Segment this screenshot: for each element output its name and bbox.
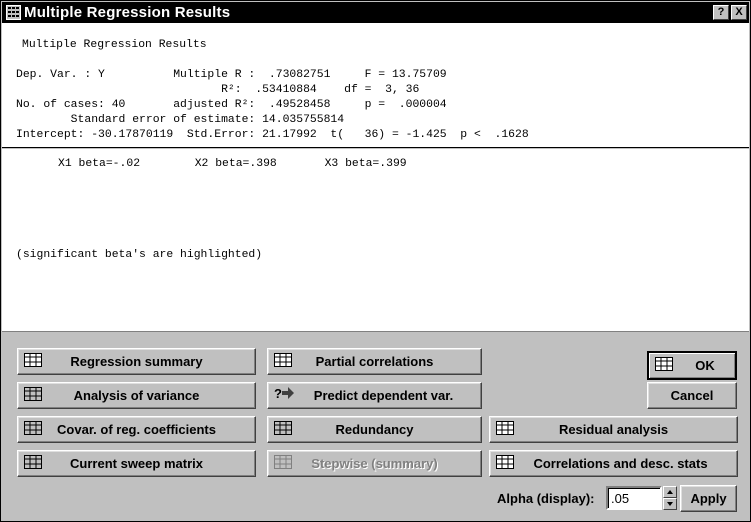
- partial-correlations-button[interactable]: Partial correlations: [267, 348, 482, 375]
- betas-panel: X1 beta=-.02 X2 beta=.398 X3 beta=.399 (…: [2, 149, 749, 332]
- betas-line: X1 beta=-.02 X2 beta=.398 X3 beta=.399: [58, 158, 407, 170]
- redundancy-button[interactable]: Redundancy: [267, 416, 482, 443]
- alpha-input[interactable]: [606, 486, 662, 510]
- covar-coefficients-label: Covar. of reg. coefficients: [57, 422, 216, 437]
- redundancy-label: Redundancy: [335, 422, 414, 437]
- title-bar[interactable]: Multiple Regression Results ? X: [2, 2, 749, 23]
- stepwise-summary-button[interactable]: Stepwise (summary): [267, 450, 482, 477]
- apply-button[interactable]: Apply: [680, 485, 737, 512]
- cancel-button[interactable]: Cancel: [647, 382, 737, 409]
- betas-note: (significant beta's are highlighted): [16, 249, 263, 261]
- alpha-label: Alpha (display):: [497, 491, 595, 506]
- summary-line-dep-var: Dep. Var. : Y Multiple R : .73082751 F =…: [16, 69, 447, 81]
- summary-heading: Multiple Regression Results: [22, 39, 207, 51]
- apply-label: Apply: [690, 491, 727, 506]
- partial-correlations-label: Partial correlations: [315, 354, 434, 369]
- summary-line-cases: No. of cases: 40 adjusted R²: .49528458 …: [16, 99, 447, 111]
- predict-dependent-label: Predict dependent var.: [313, 388, 454, 403]
- regression-results-window: Multiple Regression Results ? X Multiple…: [0, 0, 751, 522]
- arrow-down-icon: [667, 502, 673, 506]
- summary-line-r-squared: R²: .53410884 df = 3, 36: [16, 84, 420, 96]
- alpha-spin-down[interactable]: [663, 498, 677, 510]
- ok-button[interactable]: OK: [647, 351, 737, 380]
- correlations-desc-stats-button[interactable]: Correlations and desc. stats: [489, 450, 738, 477]
- analysis-of-variance-button[interactable]: Analysis of variance: [17, 382, 256, 409]
- arrow-up-icon: [667, 490, 673, 494]
- help-button[interactable]: ?: [713, 5, 729, 20]
- stepwise-summary-label: Stepwise (summary): [311, 456, 438, 471]
- ok-label: OK: [695, 358, 715, 373]
- regression-summary-button[interactable]: Regression summary: [17, 348, 256, 375]
- summary-line-std-error: Standard error of estimate: 14.035755814: [16, 114, 345, 126]
- current-sweep-matrix-label: Current sweep matrix: [70, 456, 203, 471]
- window-title: Multiple Regression Results: [24, 4, 231, 21]
- summary-panel: Multiple Regression Results Dep. Var. : …: [2, 23, 749, 148]
- correlations-desc-stats-label: Correlations and desc. stats: [533, 456, 708, 471]
- alpha-spin-up[interactable]: [663, 486, 677, 498]
- residual-analysis-button[interactable]: Residual analysis: [489, 416, 738, 443]
- predict-dependent-button[interactable]: ? Predict dependent var.: [267, 382, 482, 409]
- spreadsheet-icon: [6, 5, 21, 20]
- regression-summary-label: Regression summary: [70, 354, 203, 369]
- cancel-label: Cancel: [670, 388, 714, 403]
- residual-analysis-label: Residual analysis: [558, 422, 669, 437]
- current-sweep-matrix-button[interactable]: Current sweep matrix: [17, 450, 256, 477]
- summary-line-intercept: Intercept: -30.17870119 Std.Error: 21.17…: [16, 129, 529, 141]
- covar-coefficients-button[interactable]: Covar. of reg. coefficients: [17, 416, 256, 443]
- close-button[interactable]: X: [731, 5, 747, 20]
- analysis-of-variance-label: Analysis of variance: [73, 388, 200, 403]
